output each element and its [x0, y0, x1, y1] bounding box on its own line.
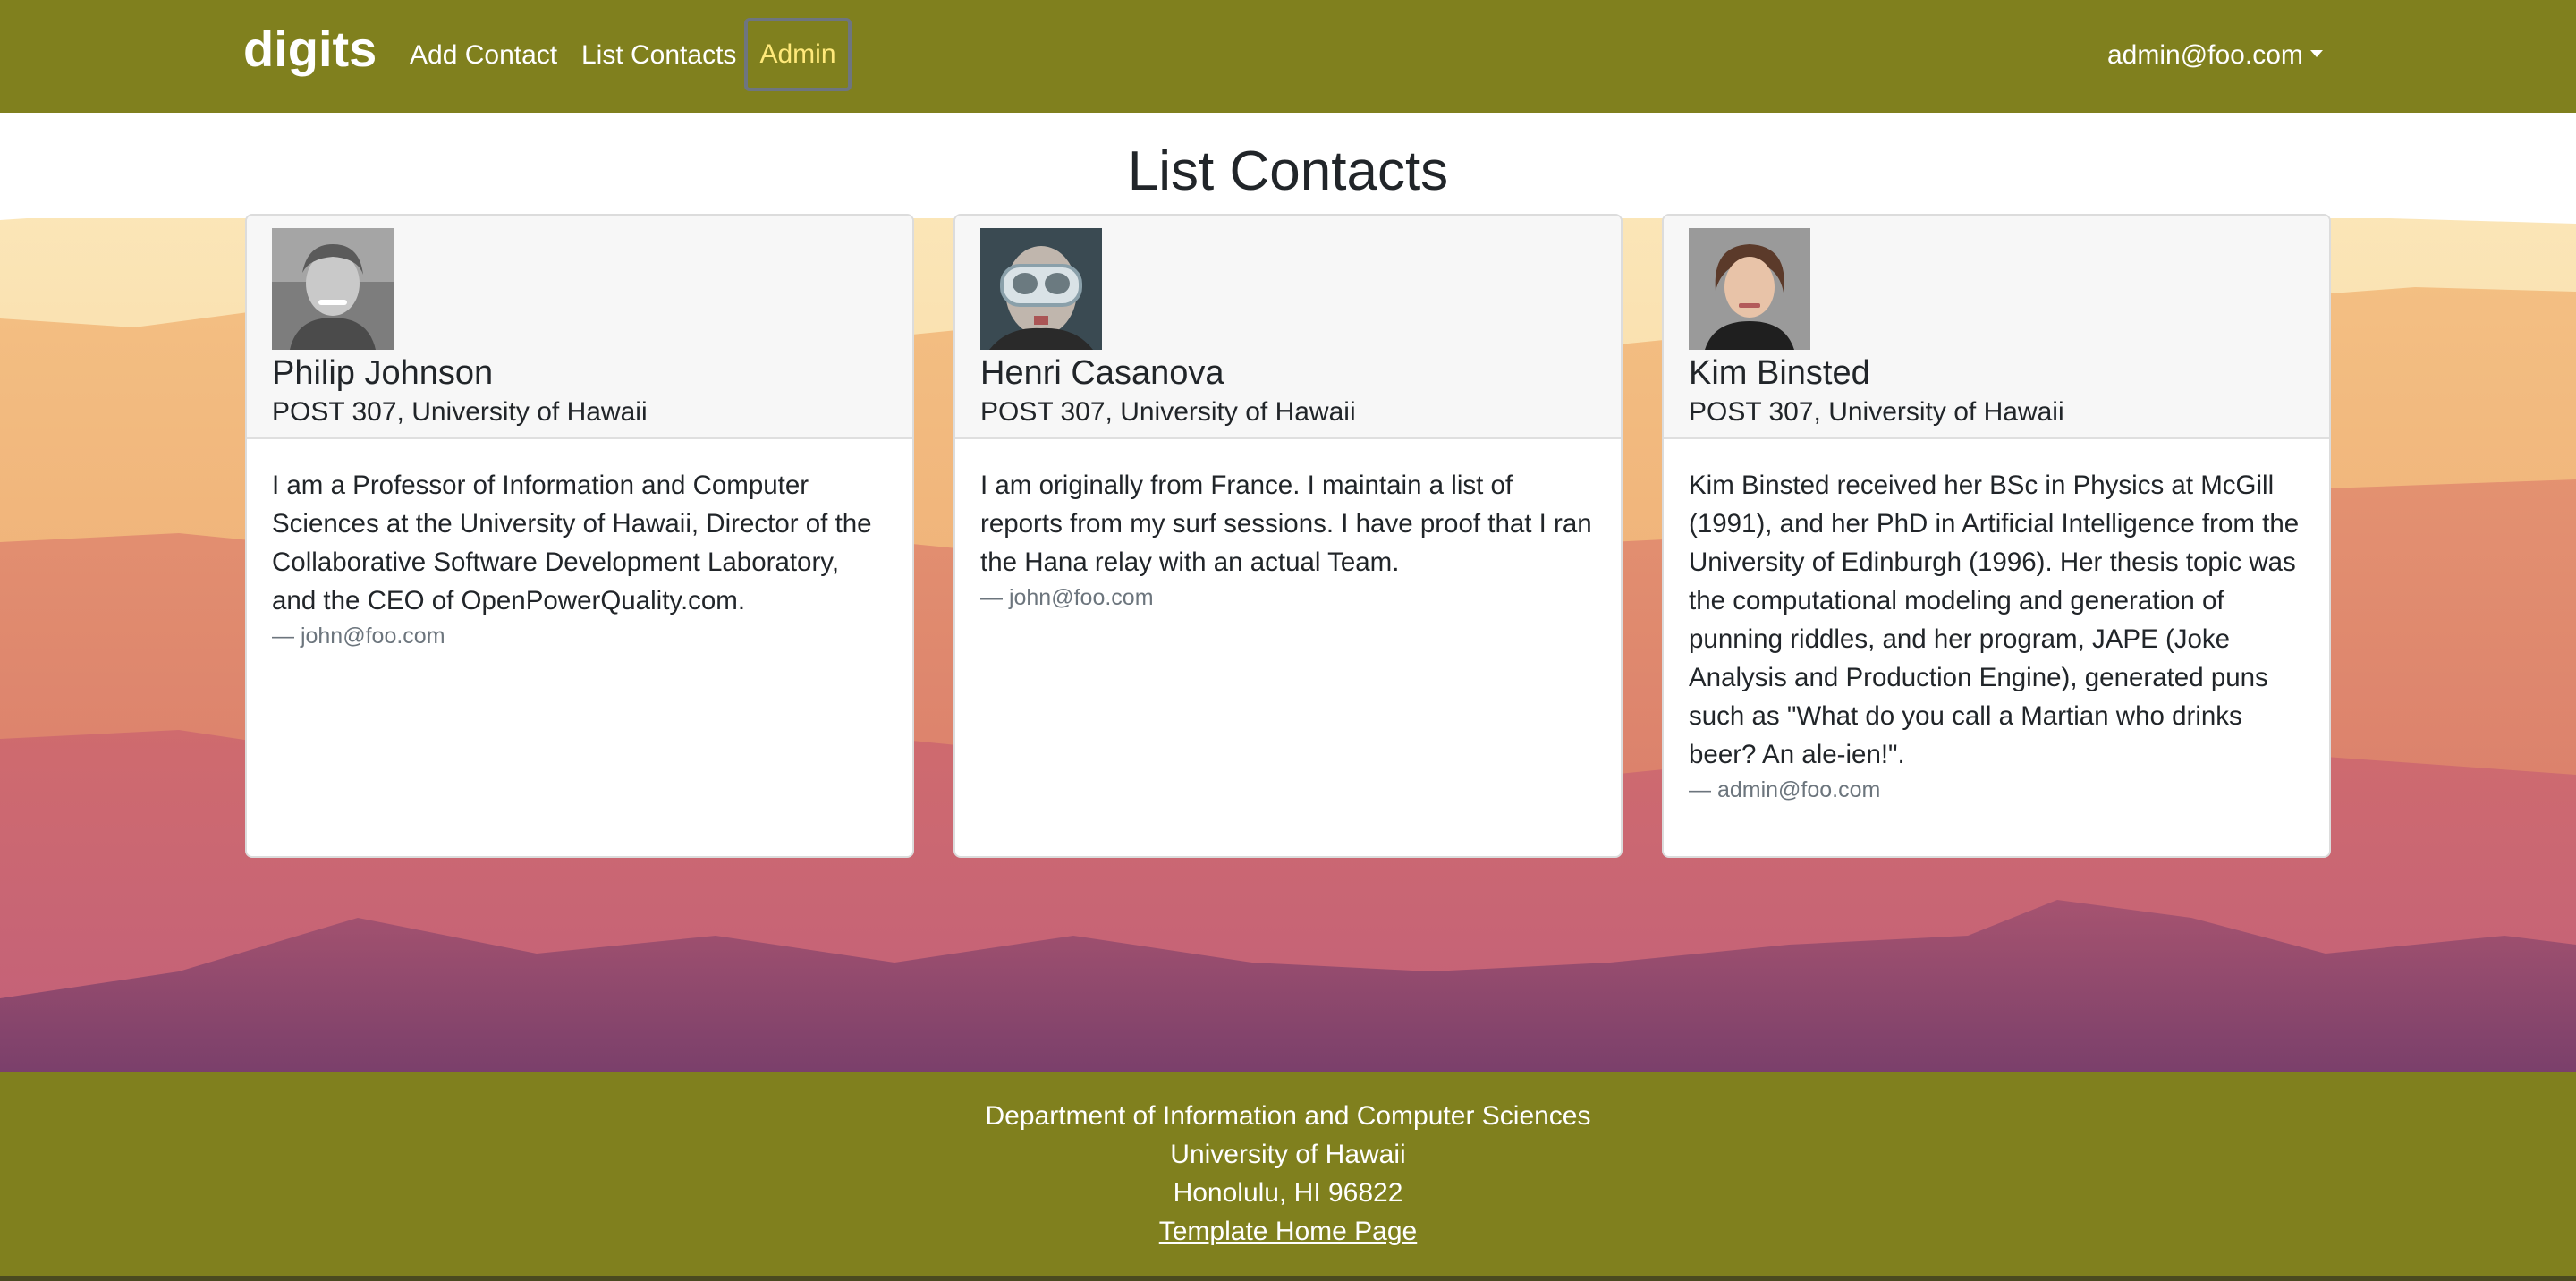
contact-name: Henri Casanova	[980, 354, 1224, 392]
footer-department: Department of Information and Computer S…	[985, 1101, 1591, 1131]
footer-university: University of Hawaii	[1170, 1140, 1406, 1169]
contact-description: Kim Binsted received her BSc in Physics …	[1689, 471, 2300, 769]
card-header: Henri Casanova POST 307, University of H…	[955, 216, 1621, 439]
contact-address: POST 307, University of Hawaii	[1689, 397, 2064, 427]
card-header: Philip Johnson POST 307, University of H…	[247, 216, 912, 439]
card-header: Kim Binsted POST 307, University of Hawa…	[1664, 216, 2329, 439]
footer-address: Honolulu, HI 96822	[1173, 1178, 1403, 1208]
nav-add-contact[interactable]: Add Contact	[410, 36, 557, 75]
contact-description: I am originally from France. I maintain …	[980, 471, 1592, 577]
contact-owner: — john@foo.com	[980, 585, 1154, 610]
card-body: I am originally from France. I maintain …	[955, 439, 1621, 614]
brand-logo[interactable]: digits	[243, 20, 377, 79]
caret-down-icon	[2309, 50, 2323, 57]
user-menu-label: admin@foo.com	[2107, 40, 2303, 70]
card-body: Kim Binsted received her BSc in Physics …	[1664, 439, 2329, 806]
avatar	[980, 228, 1102, 350]
card-body: I am a Professor of Information and Comp…	[247, 439, 912, 652]
contact-name: Philip Johnson	[272, 354, 494, 392]
contact-address: POST 307, University of Hawaii	[272, 397, 648, 427]
contact-address: POST 307, University of Hawaii	[980, 397, 1356, 427]
contact-card: Philip Johnson POST 307, University of H…	[245, 214, 914, 858]
contact-name: Kim Binsted	[1689, 354, 1870, 392]
avatar	[272, 228, 394, 350]
template-home-page-link[interactable]: Template Home Page	[1159, 1217, 1418, 1246]
main-content: List Contacts Philip Johnson POST 307, U…	[0, 113, 2576, 1072]
nav-list-contacts[interactable]: List Contacts	[581, 36, 736, 75]
contact-card: Kim Binsted POST 307, University of Hawa…	[1662, 214, 2331, 858]
contact-card: Henri Casanova POST 307, University of H…	[953, 214, 1623, 858]
avatar	[1689, 228, 1810, 350]
navbar: digits Add Contact List Contacts Admin a…	[0, 0, 2576, 113]
page-title: List Contacts	[1127, 140, 1449, 202]
nav-admin[interactable]: Admin	[744, 18, 852, 91]
contact-owner: — john@foo.com	[272, 624, 445, 649]
contact-owner: — admin@foo.com	[1689, 777, 1881, 802]
contact-description: I am a Professor of Information and Comp…	[272, 471, 872, 615]
footer-bottom-edge	[0, 1276, 2576, 1281]
footer: Department of Information and Computer S…	[0, 1072, 2576, 1281]
user-menu-dropdown[interactable]: admin@foo.com	[2107, 36, 2323, 75]
